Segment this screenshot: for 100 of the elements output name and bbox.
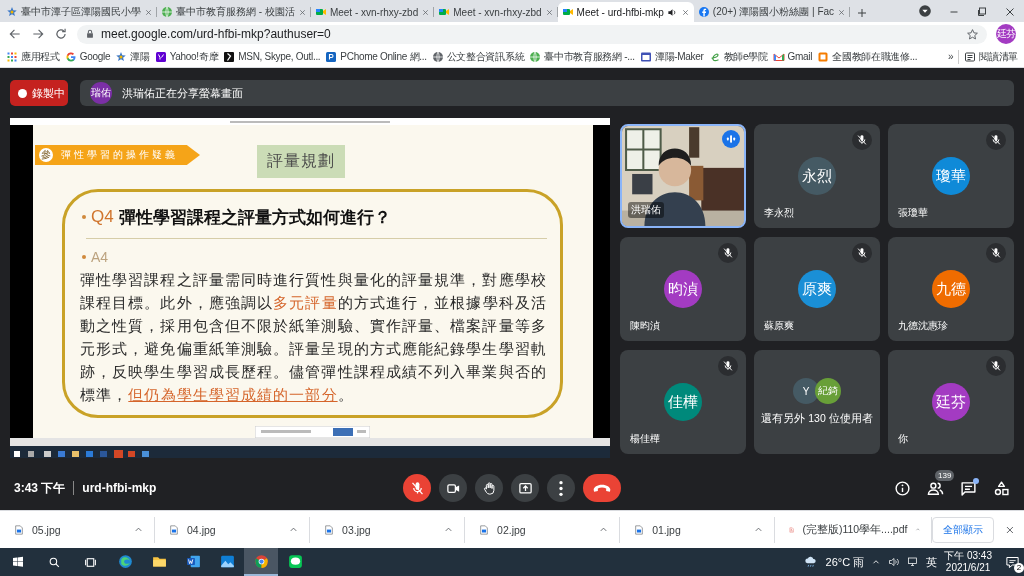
bullet-icon [82, 215, 86, 219]
present-button[interactable] [511, 474, 539, 502]
globe-icon [431, 50, 444, 63]
window-icon [639, 50, 652, 63]
bookmark[interactable]: 臺中市教育服務網 -... [529, 49, 635, 64]
edge-icon[interactable] [116, 552, 134, 570]
more-participants-text: 還有另外 130 位使用者 [761, 412, 873, 426]
people-icon[interactable] [927, 479, 944, 497]
audio-level-icon [722, 130, 740, 148]
input-method-indicator[interactable]: 英 [926, 554, 938, 570]
close-icon[interactable] [680, 7, 690, 17]
participant-name: 你 [898, 432, 908, 446]
bookmark[interactable]: 潭陽-Maker [639, 49, 704, 64]
task-view-icon[interactable] [83, 555, 97, 569]
speaker-icon[interactable] [666, 6, 678, 18]
browser-tab[interactable]: Meet - xvn-rhxy-zbd [310, 2, 435, 22]
address-field[interactable]: meet.google.com/urd-hfbi-mkp?authuser=0 [77, 24, 987, 44]
windows-start-icon[interactable] [12, 556, 24, 568]
raise-hand-button[interactable] [475, 474, 503, 502]
maximize-icon[interactable] [976, 6, 988, 18]
microphone-button[interactable] [403, 474, 431, 502]
lock-icon [85, 29, 95, 39]
weather-text[interactable]: 26°C 雨 [825, 554, 865, 570]
participant-avatar: 九德 [932, 270, 970, 308]
notification-icon[interactable] [1005, 554, 1020, 570]
search-icon[interactable] [47, 555, 61, 569]
question-label: Q4 [91, 207, 114, 227]
question-text: 彈性學習課程之評量方式如何進行？ [118, 206, 391, 229]
chrome-icon[interactable] [252, 552, 270, 570]
participant-name: 九德沈惠珍 [898, 319, 948, 333]
end-call-button[interactable] [583, 474, 621, 502]
answer-label: A4 [91, 249, 109, 265]
participant-name: 楊佳樺 [630, 432, 660, 446]
chat-bubble-icon[interactable] [286, 552, 304, 570]
download-item[interactable]: 04.jpg [155, 516, 311, 543]
video-camera-icon [561, 6, 574, 18]
star-icon[interactable] [966, 27, 979, 41]
download-item[interactable]: 03.jpg [310, 516, 466, 543]
activities-icon[interactable] [993, 479, 1010, 497]
volume-icon[interactable] [888, 556, 901, 568]
chat-icon[interactable] [960, 479, 977, 497]
hand-icon [481, 480, 497, 496]
info-icon[interactable] [894, 479, 911, 497]
dropdown-icon[interactable] [918, 4, 932, 18]
section-title: 彈性學習的操作疑義 [61, 148, 178, 162]
meeting-code: urd-hfbi-mkp [82, 481, 157, 495]
clock-date[interactable]: 2021/6/21 [945, 562, 991, 574]
bookmark[interactable]: MSN, Skype, Outl... [223, 50, 321, 63]
answer-text: 彈性學習課程之評量需同時進行質性與量化的評量規準，對應學校課程目標。此外，應強調以多元評量的方式進行，並根據學科及活動之性質，採用包含但不限於紙筆測驗、實作評量、檔案評量等多元形式，避免偏重紙筆測驗。評量呈現的方式應能紀錄學生學習軌跡，反映學生學習成長歷程。儘管彈性課程成績不列入畢業與否的標準，但仍為學生學習成績的一部分。 [80, 270, 548, 405]
participant-name: 李永烈 [764, 206, 794, 220]
image-file-icon [324, 523, 335, 536]
camera-button[interactable] [439, 474, 467, 502]
recording-button[interactable]: 錄製中 [10, 80, 68, 106]
more-bookmarks-button[interactable]: » [947, 51, 954, 62]
plus-icon[interactable] [856, 7, 869, 19]
participant-name: 蘇原爽 [764, 319, 794, 333]
download-item[interactable]: 02.jpg [465, 516, 621, 543]
reading-list-button[interactable]: 閱讀清單 [964, 49, 1018, 64]
network-icon[interactable] [907, 556, 920, 568]
globe-icon [529, 50, 542, 63]
slide-heading: 評量規劃 [257, 145, 345, 178]
document-icon [817, 50, 830, 63]
mail-icon [772, 50, 785, 63]
close-icon[interactable] [1004, 6, 1016, 18]
section-number: 參 [39, 148, 53, 162]
image-file-icon [479, 523, 490, 536]
bullet-icon [82, 255, 86, 259]
show-all-button[interactable]: 全部顯示 [932, 516, 995, 543]
bookmark[interactable]: 應用程式 [6, 49, 60, 64]
browser-tab[interactable]: 臺中市教育服務網 - 校園活 [157, 2, 311, 22]
bookmark[interactable]: 教師e學院 [708, 49, 768, 64]
reload-icon[interactable] [54, 27, 68, 41]
back-icon[interactable] [8, 27, 22, 41]
participant-avatar: 原爽 [798, 270, 836, 308]
more-icon [559, 480, 563, 496]
browser-tab[interactable]: Meet - xvn-rhxy-zbd [434, 2, 558, 22]
facebook-icon [697, 6, 710, 18]
bookmark[interactable]: Yahoo!奇摩 [154, 49, 219, 64]
forward-icon[interactable] [31, 27, 45, 41]
download-item[interactable]: 01.jpg [620, 516, 776, 543]
participant-avatar: 佳樺 [664, 383, 702, 421]
bookmark[interactable]: Gmail [772, 50, 813, 63]
browser-tab[interactable]: Meet - urd-hfbi-mkp [557, 2, 694, 22]
presenter-avatar: 瑞佑 [90, 82, 112, 104]
count-badge: 139 [935, 469, 955, 481]
browser-tab[interactable]: 臺中市潭子區潭陽國民小學 [2, 2, 157, 22]
star-logo-icon [115, 50, 128, 63]
bookmark[interactable]: 全國教師在職進修... [817, 49, 918, 64]
browser-tab[interactable]: (20+) 潭陽國小粉絲團 | Fac [693, 2, 851, 22]
bookmark[interactable]: PChome Online 網... [325, 49, 427, 64]
star-logo-icon [6, 6, 18, 18]
cloud-rain-icon [802, 555, 819, 569]
download-item[interactable]: 05.jpg [0, 516, 156, 543]
bookmark[interactable]: Google [64, 50, 111, 63]
more-options-button[interactable] [547, 474, 575, 502]
image-file-icon [169, 523, 180, 536]
clock-time[interactable]: 下午 03:43 [944, 550, 992, 562]
profile-avatar[interactable]: 廷芬 [996, 24, 1016, 44]
bookmark[interactable]: 潭陽 [115, 49, 150, 64]
bookmark[interactable]: 公文整合資訊系統 [431, 49, 525, 64]
